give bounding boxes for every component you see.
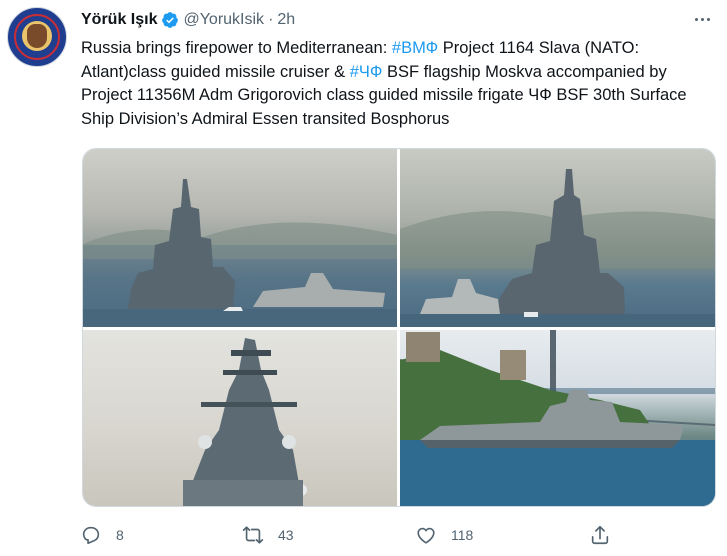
- warship-photo: [400, 169, 715, 327]
- user-name[interactable]: Yörük Işık: [81, 11, 157, 29]
- reply-icon: [82, 526, 100, 545]
- like-count: 118: [451, 527, 474, 543]
- reply-button[interactable]: 8: [80, 520, 124, 550]
- avatar[interactable]: [7, 7, 67, 67]
- share-button[interactable]: [589, 520, 611, 550]
- tweet-text-part: Russia brings firepower to Mediterranean…: [81, 39, 392, 57]
- retweet-count: 43: [278, 527, 294, 543]
- tweet-header: Yörük Işık @YorukIsik · 2h: [81, 9, 295, 31]
- hashtag-link[interactable]: #ЧФ: [350, 63, 383, 81]
- media-image-1[interactable]: [83, 149, 397, 327]
- retweet-icon: [242, 526, 264, 544]
- hashtag-link[interactable]: #ВМФ: [392, 39, 438, 57]
- more-icon[interactable]: [689, 8, 715, 30]
- media-image-4[interactable]: [400, 330, 715, 506]
- media-image-3[interactable]: [83, 330, 397, 506]
- avatar-figure: [27, 24, 47, 48]
- like-button[interactable]: 118: [415, 520, 473, 550]
- reply-count: 8: [116, 527, 124, 543]
- warship-photo: [83, 179, 397, 327]
- verified-badge-icon: [162, 12, 179, 28]
- separator-dot: ·: [268, 11, 274, 28]
- media-grid: [82, 148, 716, 507]
- user-handle[interactable]: @YorukIsik: [183, 11, 264, 29]
- like-icon: [417, 527, 435, 544]
- tweet-action-bar: 8 43 118: [80, 520, 620, 550]
- bosphorus-frigate-photo: [400, 330, 715, 506]
- timestamp[interactable]: 2h: [277, 11, 295, 29]
- media-image-2[interactable]: [400, 149, 715, 327]
- tweet-text: Russia brings firepower to Mediterranean…: [81, 37, 721, 131]
- warship-mast-photo: [183, 338, 307, 506]
- share-icon: [591, 525, 609, 545]
- retweet-button[interactable]: 43: [242, 520, 294, 550]
